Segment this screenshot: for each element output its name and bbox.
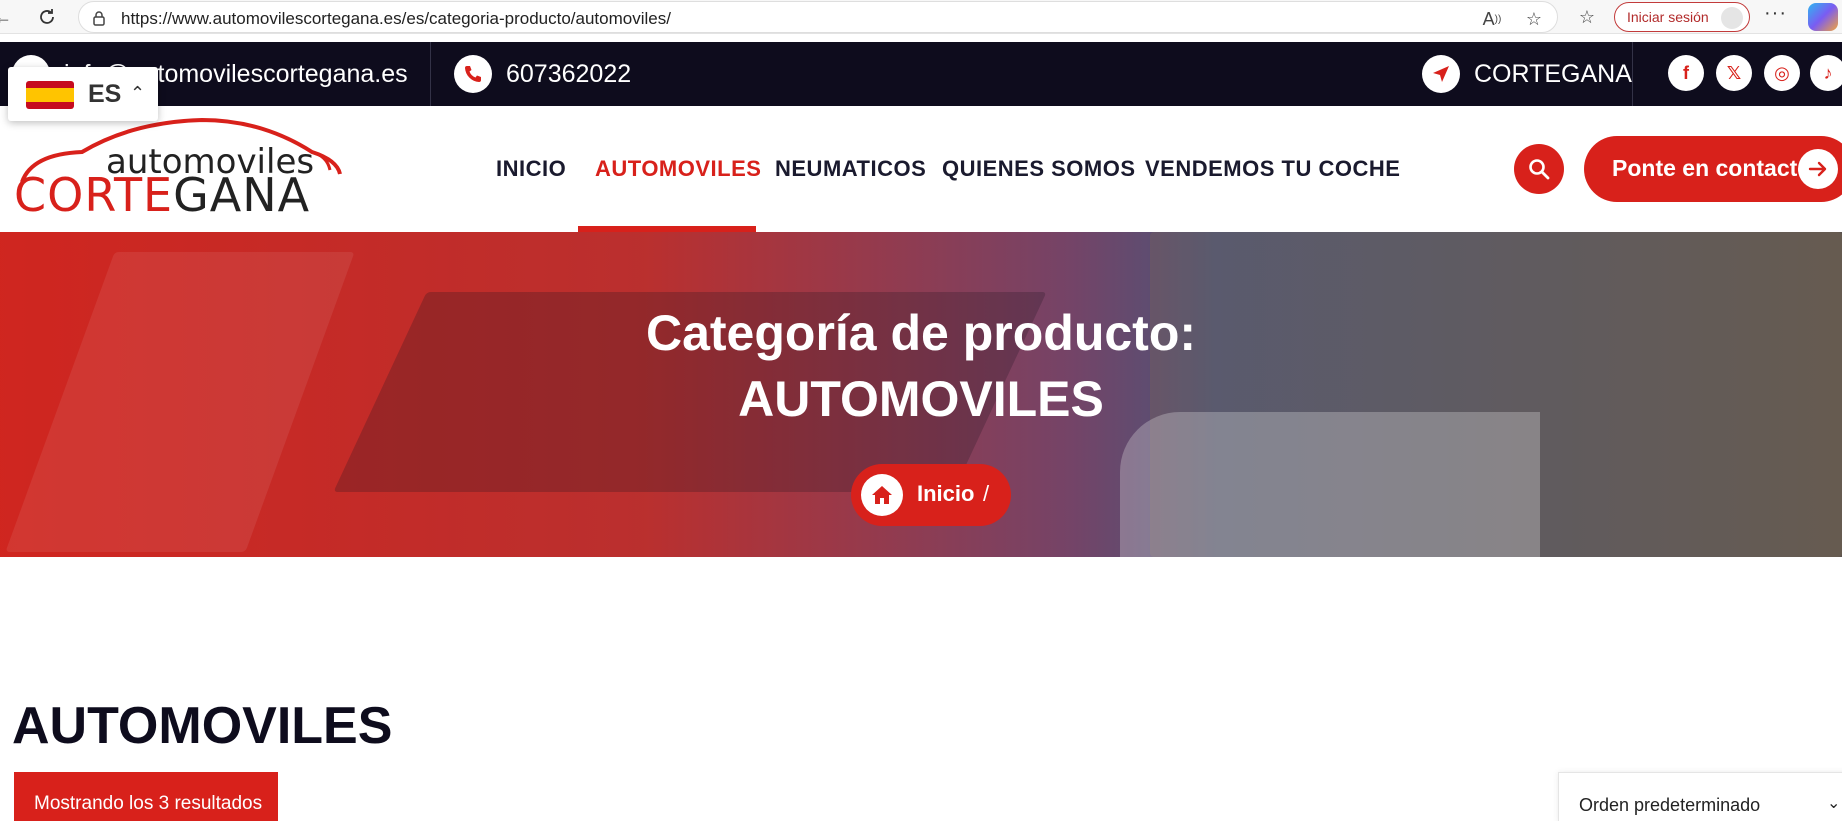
- reload-icon[interactable]: [34, 4, 60, 30]
- divider: [1632, 42, 1633, 106]
- search-button[interactable]: [1514, 144, 1564, 194]
- phone-link[interactable]: 607362022: [454, 42, 631, 106]
- hero-title-line1: Categoría de producto:: [645, 305, 1197, 361]
- url-text[interactable]: https://www.automovilescortegana.es/es/c…: [121, 9, 671, 29]
- browser-toolbar: ← https://www.automovilescortegana.es/es…: [0, 0, 1842, 34]
- site-logo[interactable]: automoviles CORTEGANA: [12, 112, 342, 222]
- avatar: [1721, 7, 1743, 29]
- location-arrow-icon: [1422, 55, 1460, 93]
- chevron-down-icon: ⌄: [1827, 795, 1841, 812]
- address-bar[interactable]: https://www.automovilescortegana.es/es/c…: [78, 1, 1558, 33]
- nav-inicio[interactable]: INICIO: [496, 106, 566, 232]
- more-menu-icon[interactable]: ···: [1764, 2, 1787, 25]
- logo-line2-red: CORTE: [14, 168, 174, 222]
- page-hero: Categoría de producto: AUTOMOVILES Inici…: [0, 232, 1842, 557]
- phone-text: 607362022: [506, 59, 632, 88]
- phone-icon: [454, 55, 492, 93]
- instagram-icon[interactable]: ◎: [1764, 55, 1800, 91]
- back-icon[interactable]: ←: [0, 4, 16, 30]
- orderby-select[interactable]: Orden predeterminado ⌄: [1558, 772, 1842, 821]
- signin-button[interactable]: Iniciar sesión: [1614, 2, 1750, 32]
- breadcrumb-home-link[interactable]: Inicio: [917, 481, 974, 507]
- facebook-icon[interactable]: f: [1668, 55, 1704, 91]
- nav-quienes-somos[interactable]: QUIENES SOMOS: [942, 106, 1136, 232]
- tiktok-icon[interactable]: ♪: [1810, 55, 1842, 91]
- logo-line2-dark: GANA: [173, 168, 311, 222]
- x-icon[interactable]: 𝕏: [1716, 55, 1752, 91]
- favorites-icon[interactable]: ☆: [1576, 6, 1598, 28]
- result-count-text: Mostrando los 3 resultados: [34, 793, 263, 814]
- site-header: automoviles CORTEGANA INICIO AUTOMOVILES…: [0, 106, 1842, 232]
- breadcrumb-separator: /: [983, 481, 990, 506]
- spain-flag-icon: [26, 81, 74, 109]
- read-aloud-icon[interactable]: A)): [1481, 8, 1503, 30]
- top-info-bar: info@automovilescortegana.es 607362022 C…: [0, 42, 1842, 106]
- contact-label: Ponte en contacto: [1612, 155, 1812, 181]
- result-count: Mostrando los 3 resultados: [14, 772, 278, 821]
- language-selector[interactable]: ES ⌃: [8, 67, 158, 121]
- copilot-icon[interactable]: [1808, 3, 1838, 31]
- location-link[interactable]: CORTEGANA: [1422, 42, 1632, 106]
- search-icon: [1529, 159, 1550, 180]
- chevron-up-icon: ⌃: [130, 83, 146, 103]
- hero-title-line2: AUTOMOVILES: [738, 371, 1104, 427]
- home-icon[interactable]: [861, 474, 903, 516]
- favorite-star-icon[interactable]: ☆: [1523, 8, 1545, 30]
- arrow-right-icon: [1798, 149, 1838, 189]
- location-text: CORTEGANA: [1474, 59, 1632, 88]
- language-code: ES: [88, 80, 122, 108]
- nav-neumaticos[interactable]: NEUMATICOS: [775, 106, 926, 232]
- nav-vendemos-tu-coche[interactable]: VENDEMOS TU COCHE: [1145, 106, 1400, 232]
- nav-automoviles[interactable]: AUTOMOVILES: [595, 106, 761, 232]
- signin-label: Iniciar sesión: [1627, 9, 1709, 25]
- orderby-value: Orden predeterminado: [1579, 795, 1761, 815]
- breadcrumb: Inicio /: [851, 464, 1011, 526]
- divider: [430, 42, 431, 106]
- contact-button[interactable]: Ponte en contacto: [1584, 136, 1842, 202]
- lock-icon: [93, 11, 105, 26]
- logo-line2: CORTEGANA: [14, 168, 310, 222]
- page-title: AUTOMOVILES: [12, 697, 393, 755]
